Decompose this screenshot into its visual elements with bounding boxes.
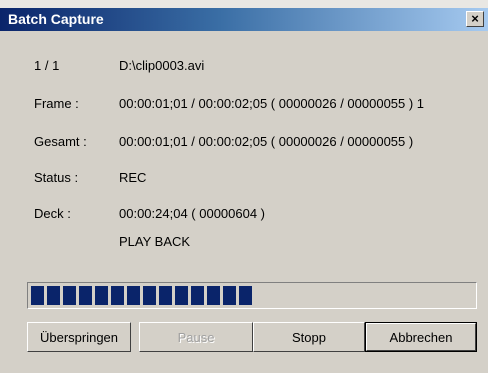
status-value: REC — [119, 170, 147, 185]
progress-block — [127, 286, 140, 305]
file-path: D:\clip0003.avi — [119, 58, 205, 73]
progress-block — [31, 286, 44, 305]
skip-button[interactable]: Überspringen — [27, 322, 131, 352]
deck-label: Deck : — [34, 206, 71, 221]
deck-mode: PLAY BACK — [119, 234, 191, 249]
progress-block — [207, 286, 220, 305]
progress-block — [159, 286, 172, 305]
progress-block — [63, 286, 76, 305]
cancel-button[interactable]: Abbrechen — [365, 322, 477, 352]
total-value: 00:00:01;01 / 00:00:02;05 ( 00000026 / 0… — [119, 134, 414, 149]
progress-block — [175, 286, 188, 305]
progress-block — [143, 286, 156, 305]
progress-block — [191, 286, 204, 305]
background-window-strip — [0, 0, 488, 8]
close-icon: × — [471, 11, 479, 26]
status-label: Status : — [34, 170, 79, 185]
progress-block — [79, 286, 92, 305]
total-label: Gesamt : — [34, 134, 87, 149]
progress-fill — [31, 286, 255, 305]
progress-block — [239, 286, 252, 305]
progress-block — [111, 286, 124, 305]
frame-value: 00:00:01;01 / 00:00:02;05 ( 00000026 / 0… — [119, 96, 425, 111]
deck-timecode: 00:00:24;04 ( 00000604 ) — [119, 206, 266, 221]
frame-label: Frame : — [34, 96, 79, 111]
progress-block — [95, 286, 108, 305]
stop-button[interactable]: Stopp — [253, 322, 365, 352]
clip-counter: 1 / 1 — [34, 58, 60, 73]
capture-progress-bar — [27, 282, 477, 309]
dialog-title: Batch Capture — [8, 11, 104, 27]
close-button[interactable]: × — [466, 11, 484, 27]
progress-block — [47, 286, 60, 305]
progress-block — [223, 286, 236, 305]
dialog-title-bar[interactable]: Batch Capture × — [0, 8, 488, 31]
pause-button[interactable]: Pause — [139, 322, 253, 352]
